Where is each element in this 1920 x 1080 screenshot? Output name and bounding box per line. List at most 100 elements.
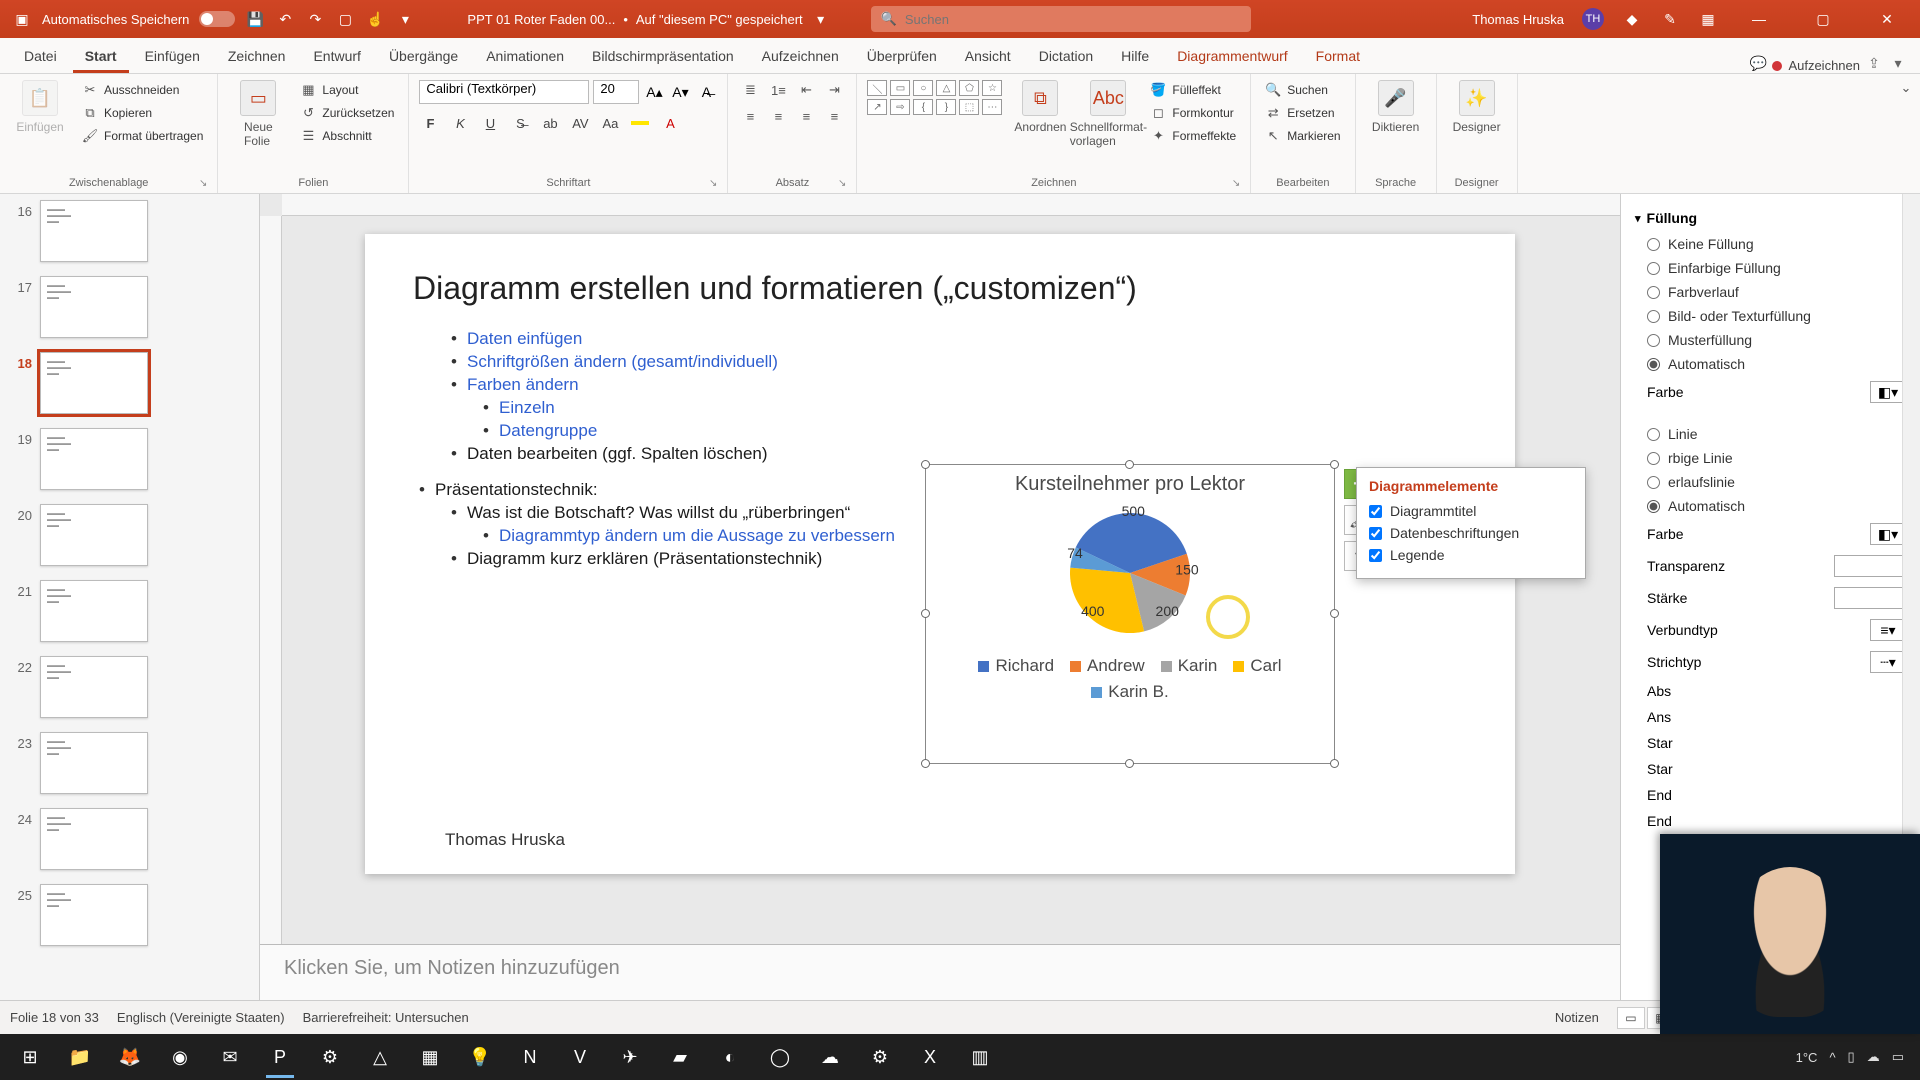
fill-option[interactable]: Bild- oder Texturfüllung [1635,304,1906,328]
record-button[interactable]: Aufzeichnen [1772,58,1860,73]
calendar-icon[interactable]: ▦ [1698,9,1718,29]
slide-title[interactable]: Diagramm erstellen und formatieren („cus… [413,270,1467,307]
line-color-picker[interactable]: ◧▾ [1870,523,1906,545]
weather-widget[interactable]: 1°C [1796,1050,1818,1065]
legend-item[interactable]: Richard [978,656,1054,676]
bullets-button[interactable]: ≣ [738,80,762,100]
chart-legend[interactable]: RichardAndrewKarinCarlKarin B. [926,648,1334,702]
slide-thumbnail[interactable]: ▬▬▬▬▬▬▬▬▬ [40,352,148,414]
tab-übergänge[interactable]: Übergänge [377,40,470,73]
case-button[interactable]: Aa [599,112,621,134]
vlc-icon[interactable]: △ [356,1034,404,1080]
dictate-button[interactable]: 🎤Diktieren [1366,80,1426,134]
align-center-button[interactable]: ≡ [766,106,790,126]
app-icon[interactable]: ▰ [656,1034,704,1080]
shapes-gallery[interactable]: ＼▭○△⬠☆ ↗⇨{}⬚⋯ [867,80,1002,115]
truncated-row[interactable]: Star [1635,730,1906,756]
app-icon[interactable]: ▥ [956,1034,1004,1080]
copy-button[interactable]: ⧉Kopieren [78,103,207,123]
chevron-down-icon[interactable]: ▾ [1888,53,1908,73]
slide-thumbnail[interactable]: ▬▬▬▬▬▬▬▬▬ [40,580,148,642]
select-button[interactable]: ↖Markieren [1261,126,1344,146]
app-icon[interactable]: V [556,1034,604,1080]
reset-button[interactable]: ↺Zurücksetzen [296,103,398,123]
spacing-button[interactable]: AV [569,112,591,134]
underline-button[interactable]: U [479,112,501,134]
align-right-button[interactable]: ≡ [794,106,818,126]
fill-option[interactable]: Musterfüllung [1635,328,1906,352]
fill-option[interactable]: Keine Füllung [1635,232,1906,256]
dash-picker[interactable]: ┄▾ [1870,651,1906,673]
redo-icon[interactable]: ↷ [305,9,325,29]
replace-button[interactable]: ⇄Ersetzen [1261,103,1344,123]
compound-picker[interactable]: ≡▾ [1870,619,1906,641]
shape-effects-button[interactable]: ✦Formeffekte [1146,126,1240,146]
outlook-icon[interactable]: ✉ [206,1034,254,1080]
tray-chevron-icon[interactable]: ^ [1829,1050,1835,1065]
shape-fill-button[interactable]: 🪣Fülleffekt [1146,80,1240,100]
tab-entwurf[interactable]: Entwurf [301,40,372,73]
normal-view-button[interactable]: ▭ [1617,1007,1645,1029]
tab-hilfe[interactable]: Hilfe [1109,40,1161,73]
fill-option[interactable]: Farbverlauf [1635,280,1906,304]
dialog-launcher-icon[interactable]: ↘ [709,178,717,189]
resize-handle[interactable] [1125,759,1134,768]
legend-item[interactable]: Karin [1161,656,1218,676]
chart-title[interactable]: Kursteilnehmer pro Lektor [926,465,1334,498]
tab-bildschirmpräsentation[interactable]: Bildschirmpräsentation [580,40,746,73]
tab-datei[interactable]: Datei [12,40,69,73]
dialog-launcher-icon[interactable]: ↘ [838,178,846,189]
font-size-combo[interactable]: 20 [593,80,639,104]
fill-section-header[interactable]: ▾ Füllung [1635,204,1906,232]
bold-button[interactable]: F [419,112,441,134]
truncated-row[interactable]: Star [1635,756,1906,782]
chrome-icon[interactable]: ◉ [156,1034,204,1080]
dialog-launcher-icon[interactable]: ↘ [199,178,207,189]
pie-chart[interactable]: 50015020040074 [1045,498,1215,648]
chart-element-toggle[interactable]: Legende [1369,544,1573,566]
slide[interactable]: Diagramm erstellen und formatieren („cus… [365,234,1515,874]
tab-zeichnen[interactable]: Zeichnen [216,40,298,73]
slide-thumbnail[interactable]: ▬▬▬▬▬▬▬▬▬ [40,884,148,946]
fill-color-picker[interactable]: ◧▾ [1870,381,1906,403]
resize-handle[interactable] [1330,609,1339,618]
shape-outline-button[interactable]: ◻Formkontur [1146,103,1240,123]
legend-item[interactable]: Karin B. [1091,682,1168,702]
layout-button[interactable]: ▦Layout [296,80,398,100]
comments-icon[interactable]: 💬 [1748,53,1768,73]
slide-thumbnail[interactable]: ▬▬▬▬▬▬▬▬▬ [40,276,148,338]
onenote-icon[interactable]: N [506,1034,554,1080]
accessibility-status[interactable]: Barrierefreiheit: Untersuchen [303,1010,469,1025]
tab-ansicht[interactable]: Ansicht [953,40,1023,73]
chart-object[interactable]: Kursteilnehmer pro Lektor 50015020040074… [925,464,1335,764]
line-option[interactable]: Linie [1635,422,1906,446]
clear-format-button[interactable]: A̶ [695,81,717,103]
legend-item[interactable]: Carl [1233,656,1281,676]
save-icon[interactable]: 💾 [245,9,265,29]
chart-element-toggle[interactable]: Diagrammtitel [1369,500,1573,522]
minimize-button[interactable]: — [1736,0,1782,38]
tab-dictation[interactable]: Dictation [1027,40,1105,73]
app-icon[interactable]: ◯ [756,1034,804,1080]
user-name[interactable]: Thomas Hruska [1472,12,1564,27]
file-explorer-icon[interactable]: 📁 [56,1034,104,1080]
fill-option[interactable]: Einfarbige Füllung [1635,256,1906,280]
tray-icon[interactable]: ▯ [1848,1049,1855,1065]
excel-icon[interactable]: X [906,1034,954,1080]
quick-styles-button[interactable]: AbcSchnellformat- vorlagen [1078,80,1138,148]
slide-thumbnail[interactable]: ▬▬▬▬▬▬▬▬▬ [40,200,148,262]
start-button[interactable]: ⊞ [6,1034,54,1080]
present-icon[interactable]: ▢ [335,9,355,29]
grow-font-button[interactable]: A▴ [643,81,665,103]
tab-format[interactable]: Format [1304,40,1372,73]
italic-button[interactable]: K [449,112,471,134]
resize-handle[interactable] [921,460,930,469]
slide-thumbnail[interactable]: ▬▬▬▬▬▬▬▬▬ [40,428,148,490]
tab-überprüfen[interactable]: Überprüfen [855,40,949,73]
notes-pane[interactable]: Klicken Sie, um Notizen hinzuzufügen [260,944,1620,1000]
qat-more-icon[interactable]: ▾ [395,9,415,29]
truncated-row[interactable]: End [1635,782,1906,808]
indent-inc-button[interactable]: ⇥ [822,80,846,100]
width-input[interactable] [1834,587,1906,609]
shadow-button[interactable]: ab [539,112,561,134]
